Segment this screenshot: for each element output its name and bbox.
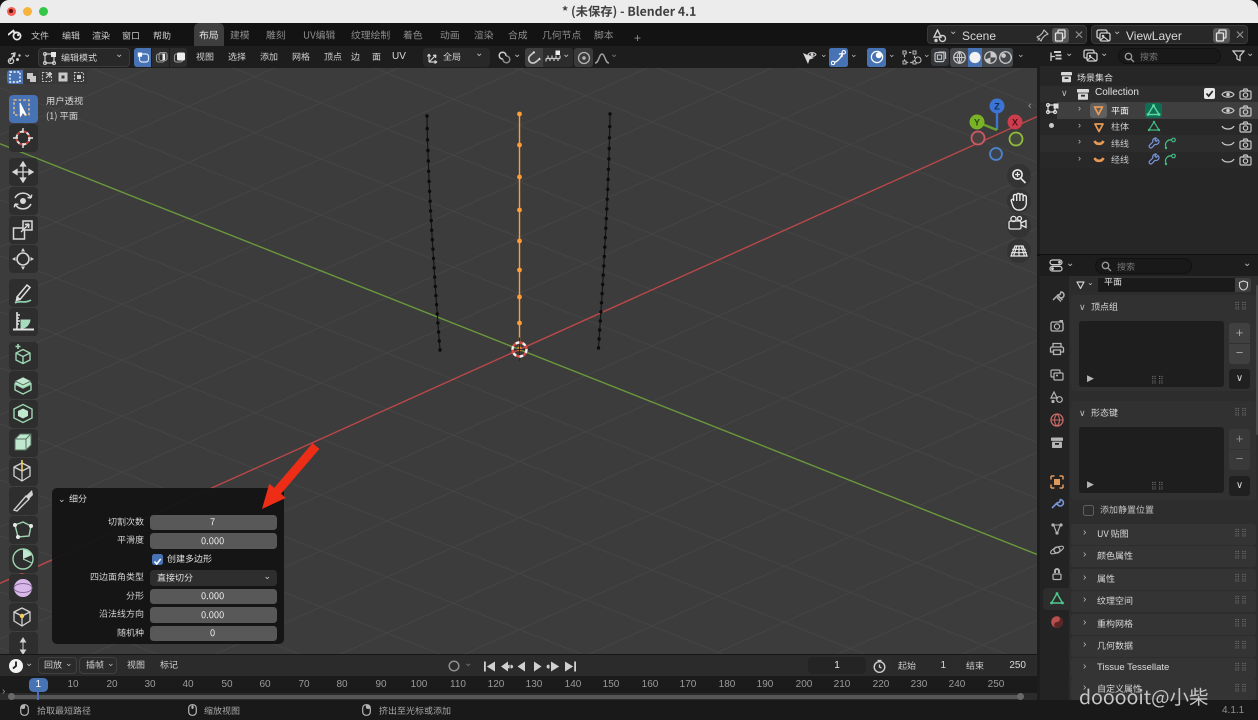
svg-text:‹: ‹ [1028, 100, 1032, 112]
svg-text:Z: Z [994, 102, 1000, 112]
svg-text:X: X [1012, 118, 1018, 128]
svg-text:Y: Y [974, 118, 980, 128]
